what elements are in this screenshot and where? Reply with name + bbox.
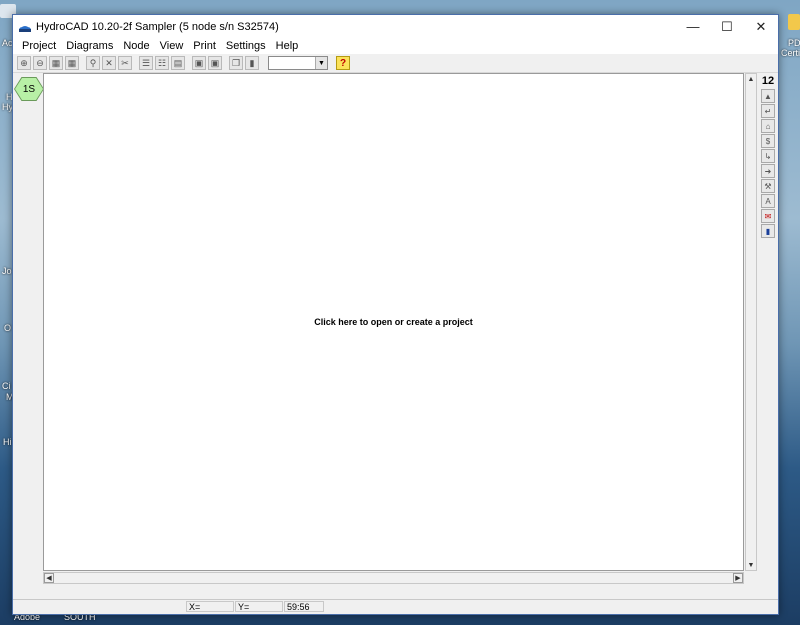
help-button[interactable]: ? (336, 56, 350, 70)
title-bar[interactable]: HydroCAD 10.20-2f Sampler (5 node s/n S3… (13, 15, 778, 38)
hydrograph-icon[interactable]: ✉ (761, 209, 775, 223)
summary-icon[interactable]: ▤ (171, 56, 185, 70)
vertical-scrollbar[interactable]: ▲ ▼ (745, 73, 757, 571)
reach-icon[interactable]: ↵ (761, 104, 775, 118)
menu-bar: Project Diagrams Node View Print Setting… (13, 38, 778, 54)
paste-icon[interactable]: ▮ (245, 56, 259, 70)
desktop-label: Ci (2, 381, 11, 391)
print-preview-icon[interactable]: ▣ (208, 56, 222, 70)
hydrocad-window: HydroCAD 10.20-2f Sampler (5 node s/n S3… (12, 14, 779, 615)
folder-icon[interactable] (788, 14, 800, 30)
scroll-up-icon[interactable]: ▲ (746, 74, 756, 84)
delete-icon[interactable]: ✕ (102, 56, 116, 70)
zoom-in-icon[interactable]: ⊕ (17, 56, 31, 70)
zoom-out-icon[interactable]: ⊖ (33, 56, 47, 70)
maximize-button[interactable]: ☐ (710, 15, 744, 38)
chevron-down-icon[interactable]: ▼ (315, 57, 327, 69)
close-button[interactable]: ✕ (744, 15, 778, 38)
menu-print[interactable]: Print (188, 40, 221, 52)
scroll-right-icon[interactable]: ▶ (733, 573, 743, 583)
print-icon[interactable]: ▣ (192, 56, 206, 70)
arrow-right-icon[interactable]: ➜ (761, 164, 775, 178)
desktop-label: Certi (781, 48, 800, 58)
desktop-label: O (4, 323, 12, 333)
link-icon[interactable]: $ (761, 134, 775, 148)
diagram-canvas[interactable]: Click here to open or create a project (43, 73, 744, 571)
status-time: 59:56 (284, 601, 324, 612)
right-toolbar: 12 ▲ ↵ ⌂ $ ↳ ➜ ⚒ A ✉ ▮ (761, 73, 777, 239)
menu-project[interactable]: Project (17, 40, 61, 52)
find-icon[interactable]: ⚲ (86, 56, 100, 70)
copy-icon[interactable]: ❐ (229, 56, 243, 70)
scroll-left-icon[interactable]: ◀ (44, 573, 54, 583)
toolbar: ⊕ ⊖ ▦ ▦ ⚲ ✕ ✂ ☰ ☷ ▤ ▣ ▣ ❐ ▮ ▼ ? (13, 54, 778, 73)
desktop-label: PD (788, 38, 800, 48)
minimize-button[interactable]: — (676, 15, 710, 38)
table-icon[interactable]: ☷ (155, 56, 169, 70)
open-project-prompt[interactable]: Click here to open or create a project (44, 317, 743, 327)
menu-node[interactable]: Node (118, 40, 154, 52)
desktop-label: Ac (2, 38, 13, 48)
cut-icon[interactable]: ✂ (118, 56, 132, 70)
desktop-label: Jo (2, 266, 12, 276)
menu-settings[interactable]: Settings (221, 40, 271, 52)
node-number-button[interactable]: 12 (761, 73, 775, 88)
menu-help[interactable]: Help (271, 40, 304, 52)
hydrocad-app-icon (19, 24, 31, 32)
window-controls: — ☐ ✕ (676, 15, 778, 38)
graph-icon[interactable]: ↳ (761, 149, 775, 163)
status-bar: X= Y= 59:56 (13, 599, 778, 614)
horizontal-scrollbar[interactable]: ◀ ▶ (43, 572, 744, 584)
zoom-all-icon[interactable]: ▦ (65, 56, 79, 70)
settings-tools-icon[interactable]: ⚒ (761, 179, 775, 193)
text-label-icon[interactable]: A (761, 194, 775, 208)
zoom-fit-icon[interactable]: ▦ (49, 56, 63, 70)
menu-view[interactable]: View (155, 40, 189, 52)
status-x: X= (186, 601, 234, 612)
menu-diagrams[interactable]: Diagrams (61, 40, 118, 52)
scroll-down-icon[interactable]: ▼ (746, 560, 756, 570)
pond-icon[interactable]: ⌂ (761, 119, 775, 133)
chart-icon[interactable]: ▮ (761, 224, 775, 238)
status-y: Y= (235, 601, 283, 612)
window-title: HydroCAD 10.20-2f Sampler (5 node s/n S3… (36, 20, 279, 33)
event-selector[interactable]: ▼ (268, 56, 328, 70)
subcatchment-icon[interactable]: ▲ (761, 89, 775, 103)
desktop-label: Hi (3, 437, 12, 447)
report-icon[interactable]: ☰ (139, 56, 153, 70)
